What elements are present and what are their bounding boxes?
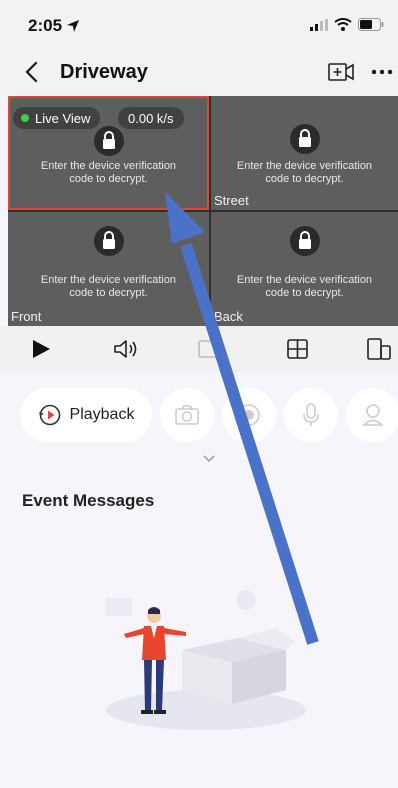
more-icon[interactable] [370,59,394,85]
camera-label: Back [214,309,243,324]
lock-icon [289,226,320,256]
action-row: Playback [0,372,398,502]
battery-icon [358,18,384,31]
status-icons [310,18,384,31]
user-icon [362,404,384,426]
back-chevron-icon[interactable] [20,58,44,86]
quality-icon[interactable] [195,336,225,362]
talk-button[interactable] [284,388,338,442]
lock-icon [93,126,124,156]
record-button[interactable] [222,388,276,442]
signal-icon [310,18,328,31]
ptz-button[interactable] [346,388,398,442]
lock-icon [289,124,320,154]
event-messages-title: Event Messages [22,491,155,510]
decrypt-message: Enter the device verification code to de… [236,274,373,299]
snapshot-button[interactable] [160,388,214,442]
live-dot [21,114,29,122]
add-camera-icon[interactable] [327,59,355,85]
video-cell-street[interactable]: Enter the device verification code to de… [211,96,398,210]
video-grid: Enter the device verification code to de… [8,96,398,326]
play-icon[interactable] [26,336,56,362]
decrypt-message: Enter the device verification code to de… [236,160,373,185]
playback-icon [38,404,60,426]
live-view-label: Live View [35,110,91,126]
camera-label: Front [11,309,42,324]
playback-button[interactable]: Playback [20,388,152,442]
bottom-area [0,748,398,788]
video-cell-1[interactable]: Enter the device verification code to de… [8,96,209,210]
nav-bar: Driveway [0,48,398,96]
empty-state-illustration [106,590,306,730]
microphone-icon [303,403,319,426]
lock-icon [93,226,124,256]
decrypt-message: Enter the device verification code to de… [40,160,177,185]
live-view-badge[interactable]: Live View [12,106,102,130]
decrypt-message: Enter the device verification code to de… [40,274,177,299]
status-time: 2:05 [28,16,63,35]
playback-label: Playback [69,406,135,423]
status-bar: 2:05 [0,0,398,48]
speaker-icon[interactable] [110,336,140,362]
playback-toolbar [0,326,398,372]
rotate-screen-icon[interactable] [364,336,394,362]
grid-layout-icon[interactable] [283,336,313,362]
record-icon [238,404,260,426]
video-cell-back[interactable]: Enter the device verification code to de… [211,212,398,326]
camera-icon [175,405,199,425]
speed-badge: 0.00 k/s [117,106,185,130]
video-cell-front[interactable]: Enter the device verification code to de… [8,212,209,326]
page-title: Driveway [60,61,148,83]
camera-label: Street [214,193,249,208]
location-icon [67,20,79,32]
chevron-down-icon[interactable] [202,454,216,464]
wifi-icon [334,18,352,31]
